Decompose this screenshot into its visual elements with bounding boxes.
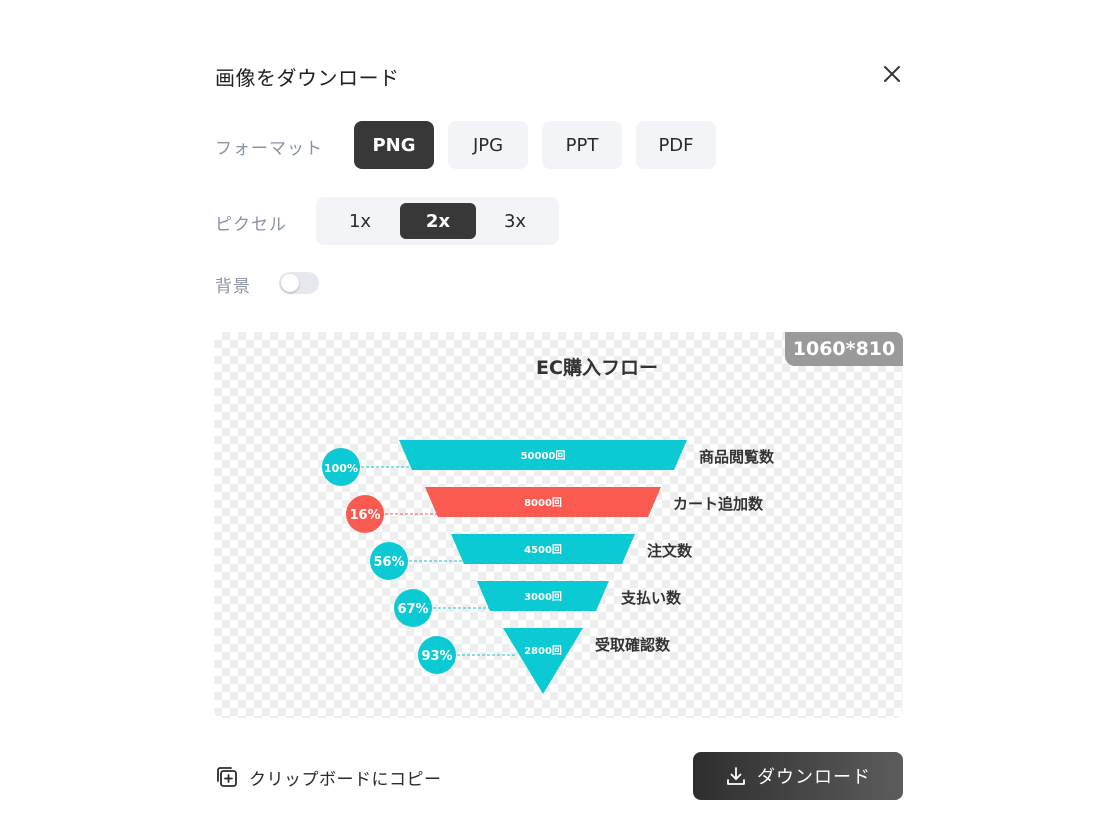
copy-label: クリップボードにコピー — [249, 769, 442, 790]
rate-label: 67% — [397, 602, 428, 617]
pixel-label: ピクセル — [215, 215, 287, 235]
download-label: ダウンロード — [757, 767, 871, 788]
stage-name-label: 注文数 — [647, 542, 693, 560]
chart-title: EC購入フロー — [536, 356, 658, 379]
stage-name-label: 支払い数 — [620, 589, 682, 607]
segment-value-label: 50000回 — [521, 450, 566, 462]
format-option-png[interactable]: PNG — [354, 121, 434, 169]
rate-label: 100% — [324, 462, 358, 475]
rate-label: 93% — [421, 649, 452, 664]
funnel-chart: EC購入フロー 50000回 商品閲覧数 100% 8000回 カート追加数 16% 4500… — [322, 356, 775, 694]
copy-icon — [217, 767, 237, 787]
close-button[interactable] — [878, 60, 906, 88]
stage-name-label: 商品閲覧数 — [699, 448, 775, 466]
copy-to-clipboard-button[interactable]: クリップボードにコピー — [215, 762, 442, 792]
rate-label: 16% — [349, 508, 380, 523]
rate-label: 56% — [373, 555, 404, 570]
format-option-ppt[interactable]: PPT — [542, 121, 622, 169]
format-label: フォーマット — [215, 139, 323, 159]
background-label: 背景 — [215, 277, 251, 297]
download-button[interactable]: ダウンロード — [693, 752, 903, 800]
background-toggle[interactable] — [279, 272, 319, 294]
toggle-knob — [281, 274, 299, 292]
funnel-segment — [503, 628, 583, 694]
segment-value-label: 4500回 — [524, 544, 562, 556]
download-icon — [727, 767, 745, 785]
image-preview: EC購入フロー 50000回 商品閲覧数 100% 8000回 カート追加数 16% 4500… — [214, 332, 903, 718]
segment-value-label: 8000回 — [524, 497, 562, 509]
pixel-selector: 1x 2x 3x — [316, 197, 559, 245]
pixel-option-1x[interactable]: 1x — [322, 203, 398, 239]
stage-name-label: 受取確認数 — [595, 636, 671, 654]
size-badge: 1060*810 — [785, 332, 903, 366]
format-option-jpg[interactable]: JPG — [448, 121, 528, 169]
segment-value-label: 2800回 — [524, 645, 562, 657]
pixel-option-3x[interactable]: 3x — [477, 203, 553, 239]
pixel-option-2x[interactable]: 2x — [400, 203, 476, 239]
format-option-pdf[interactable]: PDF — [636, 121, 716, 169]
dialog-title: 画像をダウンロード — [215, 66, 400, 90]
stage-name-label: カート追加数 — [673, 495, 764, 513]
segment-value-label: 3000回 — [524, 591, 562, 603]
close-icon — [884, 66, 900, 82]
